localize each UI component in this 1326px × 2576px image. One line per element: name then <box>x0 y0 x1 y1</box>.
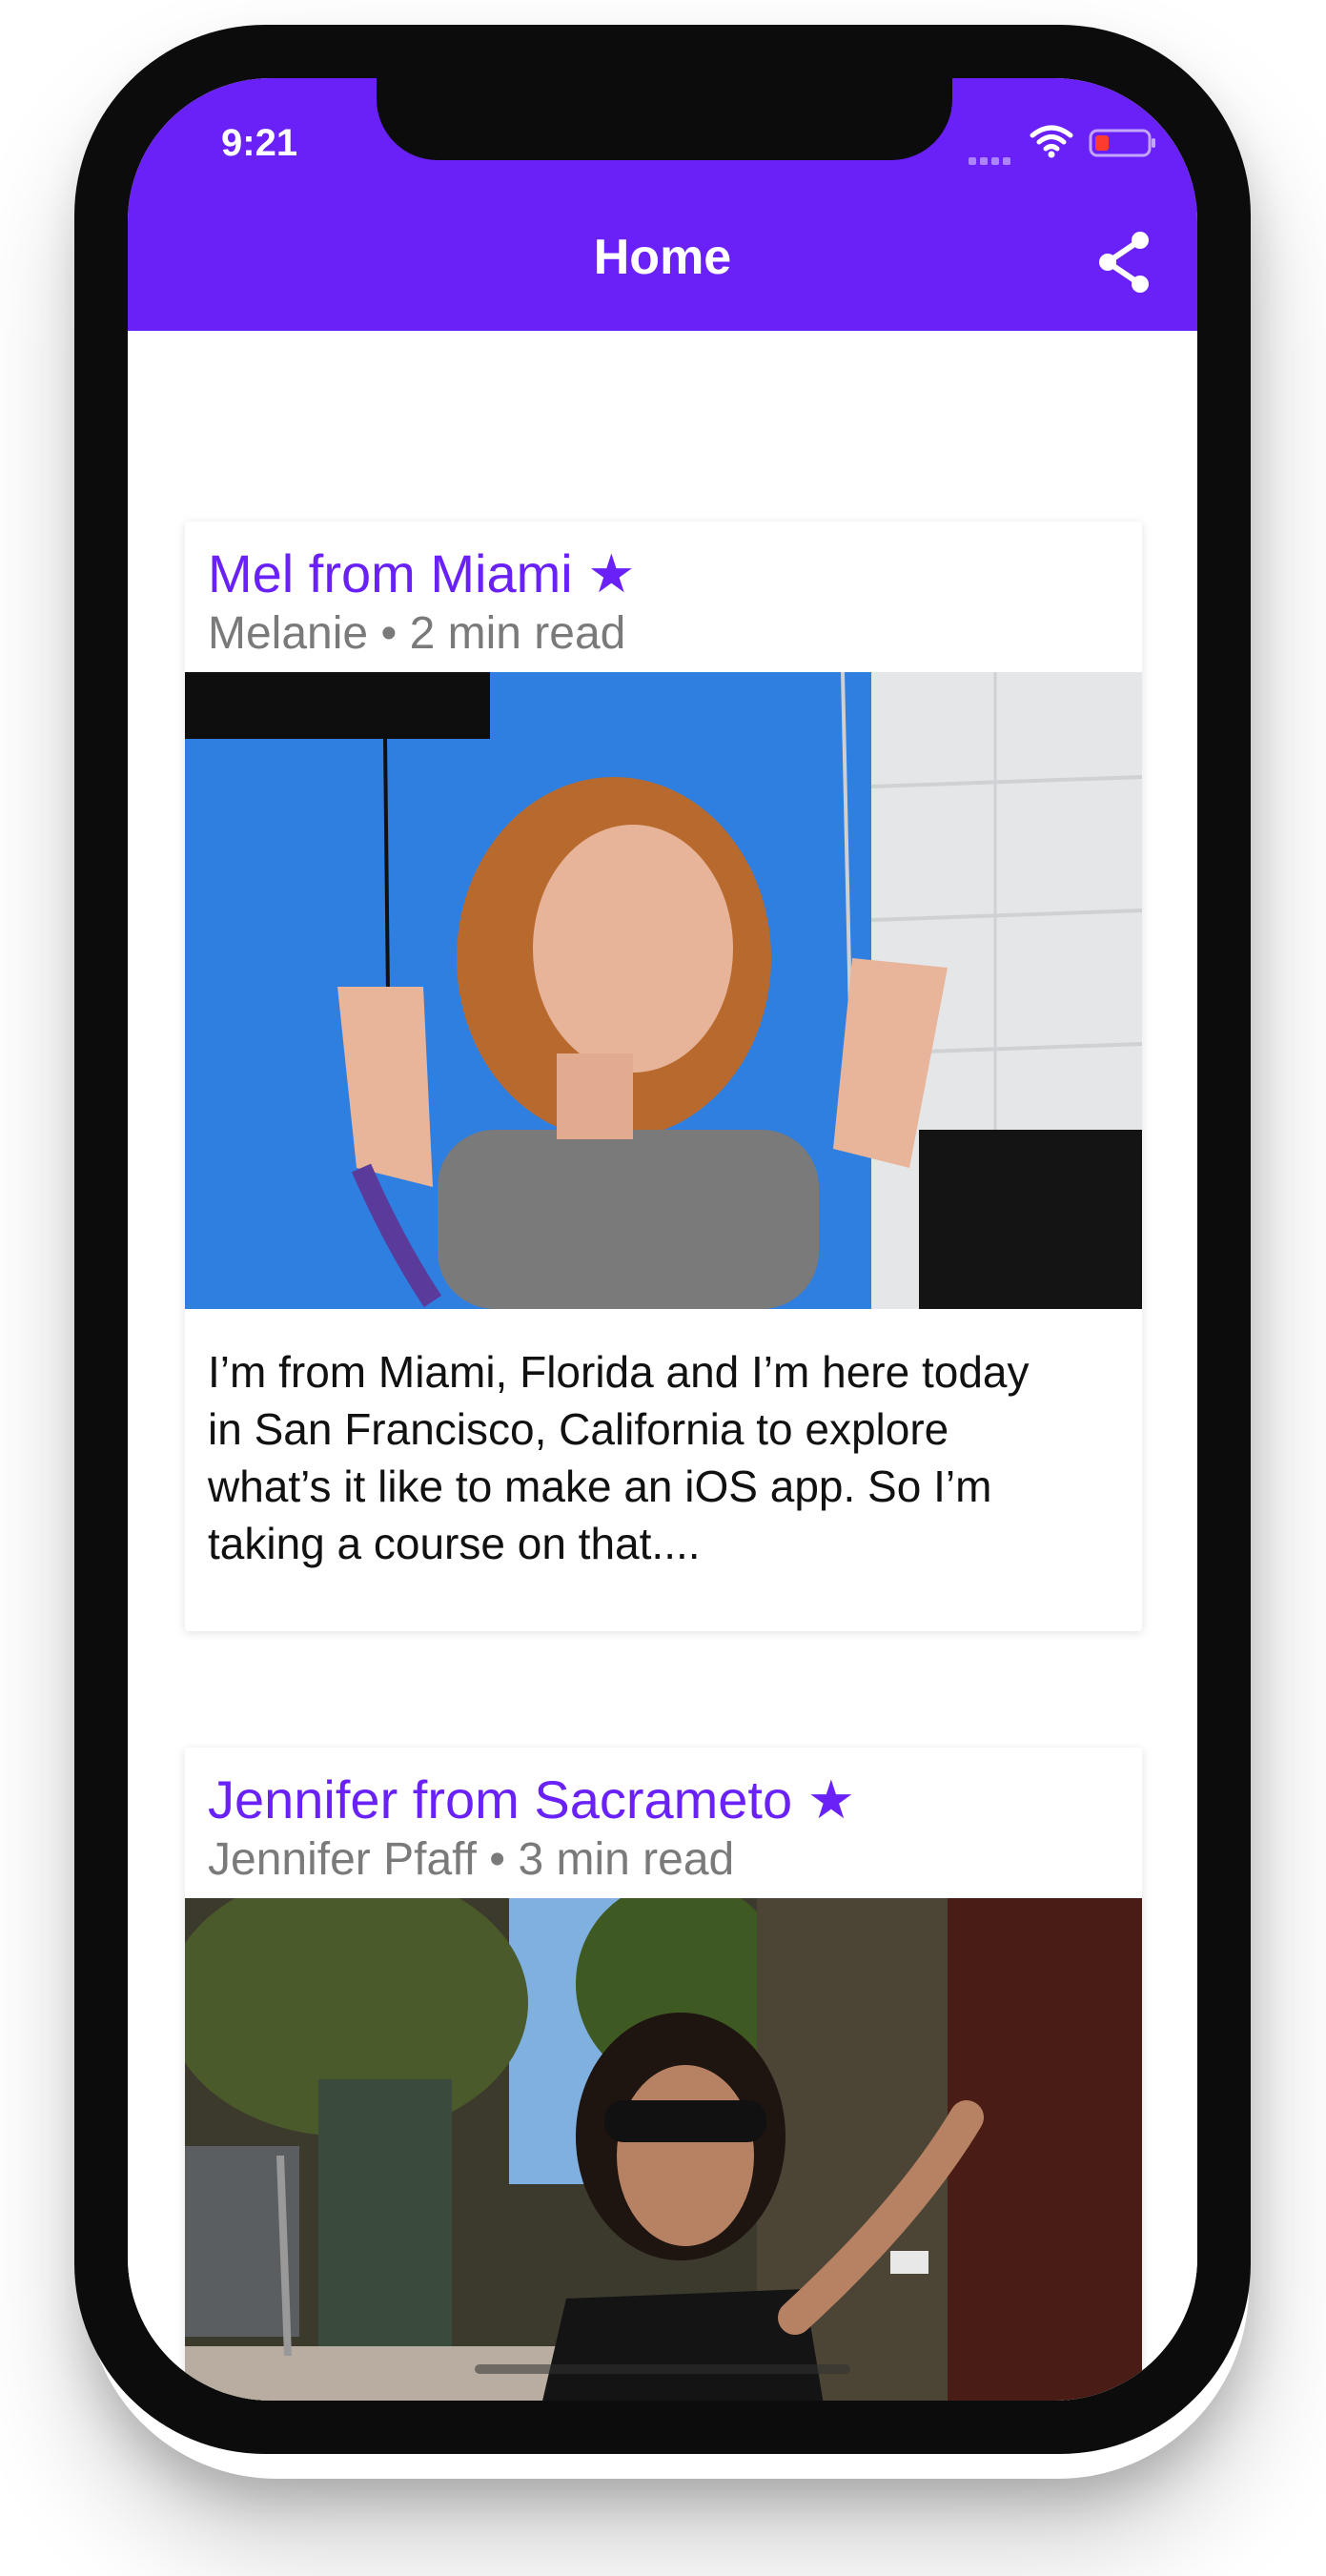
story-read-time: 2 min read <box>409 608 626 659</box>
story-card[interactable]: Mel from Miami ★ Melanie • 2 min read I’… <box>185 521 1142 1631</box>
share-icon[interactable] <box>1094 229 1153 296</box>
story-photo <box>185 672 1142 1309</box>
home-indicator[interactable] <box>475 2364 850 2374</box>
story-read-time: 3 min read <box>518 1834 735 1885</box>
story-card[interactable]: Jennifer from Sacrameto ★ Jennifer Pfaff… <box>185 1748 1142 2401</box>
meta-separator: • <box>380 608 398 659</box>
device-notch <box>377 78 952 160</box>
phone-screen: 9:21 Home Mel from Miami ★ Melanie • 2 m… <box>128 78 1197 2401</box>
story-title: Jennifer from Sacrameto ★ <box>208 1769 855 1830</box>
wifi-icon <box>1030 125 1073 158</box>
page-title: Home <box>593 230 732 285</box>
story-title: Mel from Miami ★ <box>208 543 636 603</box>
story-author: Melanie <box>208 608 369 659</box>
story-meta: Jennifer Pfaff • 3 min read <box>208 1833 734 1886</box>
story-meta: Melanie • 2 min read <box>208 607 625 660</box>
battery-icon <box>1089 129 1155 157</box>
star-icon: ★ <box>806 1769 855 1830</box>
story-excerpt: I’m from Miami, Florida and I’m here tod… <box>208 1347 1030 1568</box>
cellular-signal-icon <box>969 153 1022 165</box>
story-photo <box>185 1898 1142 2401</box>
status-time: 9:21 <box>221 122 298 164</box>
story-author: Jennifer Pfaff <box>208 1834 477 1885</box>
feed-list[interactable]: Mel from Miami ★ Melanie • 2 min read I’… <box>128 331 1197 2401</box>
meta-separator: • <box>489 1834 506 1885</box>
star-icon: ★ <box>587 543 636 603</box>
